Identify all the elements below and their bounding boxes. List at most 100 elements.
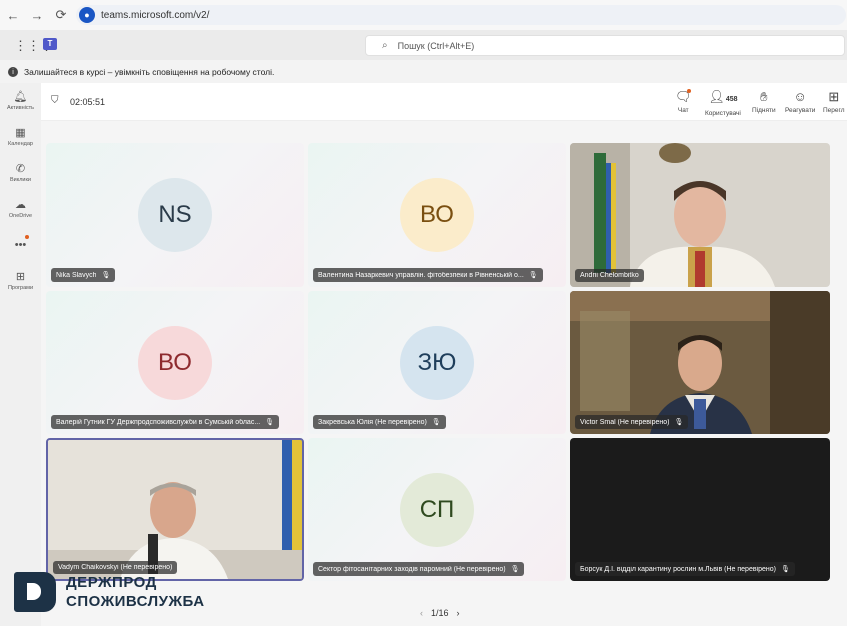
mic-muted-icon: 🎙︎ bbox=[431, 419, 441, 426]
hand-icon: ✋︎ bbox=[760, 89, 768, 104]
shield-icon[interactable]: ⛉ bbox=[51, 95, 59, 106]
participant-tile[interactable]: NS Nika Slavych 🎙︎ bbox=[46, 143, 304, 287]
participant-video bbox=[570, 291, 830, 434]
logo-line-2: СПОЖИВСЛУЖБА bbox=[66, 593, 205, 610]
rail-label: Виклики bbox=[10, 177, 31, 183]
rail-label: Програми bbox=[7, 285, 34, 291]
notification-text[interactable]: Залишайтеся в курсі – увімкніть сповіщен… bbox=[24, 67, 274, 77]
notification-dot bbox=[25, 235, 29, 239]
organization-logo: ДЕРЖПРОД СПОЖИВСЛУЖБА bbox=[14, 572, 205, 612]
smiley-icon: ☺ bbox=[793, 89, 807, 104]
participant-video-tile[interactable]: Andrii Chelombitko bbox=[570, 143, 830, 287]
search-placeholder: Пошук (Ctrl+Alt+E) bbox=[397, 40, 475, 51]
reload-button[interactable]: ⟳ bbox=[50, 7, 72, 23]
avatar: ВО bbox=[138, 325, 212, 400]
rail-label: Календар bbox=[8, 141, 33, 147]
rail-calls[interactable]: ✆ Виклики bbox=[0, 155, 41, 191]
phone-icon: ✆ bbox=[15, 163, 26, 175]
rail-label: OneDrive bbox=[8, 213, 33, 219]
mic-muted-icon: 🎙︎ bbox=[528, 272, 538, 279]
people-button[interactable]: 👤︎458 Користувачі bbox=[705, 89, 741, 117]
address-bar[interactable]: ● teams.microsoft.com/v2/ bbox=[76, 5, 846, 25]
chat-notification-dot bbox=[687, 89, 691, 93]
participant-name: Сектор фітосанітарних заходів паромний (… bbox=[318, 565, 506, 573]
avatar: NS bbox=[138, 178, 212, 252]
people-count: 458 bbox=[725, 96, 738, 103]
participant-video-tile[interactable]: Vadym Chaikovskyi (Не перевірено) bbox=[46, 438, 304, 581]
cloud-icon: ☁ bbox=[15, 199, 26, 211]
participant-name: Валерій Гутник ГУ Держпродспоживслужби в… bbox=[56, 418, 261, 426]
logo-line-1: ДЕРЖПРОД bbox=[66, 574, 157, 591]
view-grid-icon: ⊞ bbox=[828, 89, 840, 104]
teams-title-bar: ⋮⋮⋮ T ⌕ Пошук (Ctrl+Alt+E) bbox=[0, 30, 847, 60]
bell-icon: 🔔︎ bbox=[13, 91, 28, 103]
participant-name-tag: Nika Slavych 🎙︎ bbox=[51, 268, 116, 282]
participant-tile[interactable]: Борсук Д.І. відділ карантину рослин м.Ль… bbox=[570, 438, 830, 581]
rail-apps[interactable]: ⊞ Програми bbox=[0, 263, 41, 299]
info-icon: i bbox=[8, 67, 18, 77]
site-info-icon[interactable]: ● bbox=[79, 7, 95, 23]
add-app-icon: ⊞ bbox=[15, 271, 26, 283]
participant-name: Борсук Д.І. відділ карантину рослин м.Ль… bbox=[580, 565, 776, 573]
participant-name: Vadym Chaikovskyi (Не перевірено) bbox=[58, 564, 173, 571]
raise-hand-button[interactable]: ✋︎ Підняти bbox=[752, 89, 776, 114]
participant-name: Andrii Chelombitko bbox=[580, 272, 639, 279]
react-button[interactable]: ☺ Реагувати bbox=[785, 89, 815, 114]
meeting-timer: 02:05:51 bbox=[70, 97, 106, 107]
rail-calendar[interactable]: ▦ Календар bbox=[0, 119, 41, 155]
people-icon: 👤︎458 bbox=[708, 89, 738, 104]
participant-tile[interactable]: ВО Валерій Гутник ГУ Держпродспоживслужб… bbox=[46, 291, 304, 434]
participant-video-tile[interactable]: Victor Smal (Не перевірено) 🎙︎ bbox=[570, 291, 830, 434]
participant-name-tag: Сектор фітосанітарних заходів паромний (… bbox=[313, 562, 525, 576]
url-text: teams.microsoft.com/v2/ bbox=[101, 9, 210, 21]
rail-activity[interactable]: 🔔︎ Активність bbox=[0, 83, 41, 119]
participant-name: Victor Smal (Не перевірено) bbox=[580, 418, 670, 426]
participant-name-tag: Валентина Назаркевич управлін. фітобезпе… bbox=[313, 268, 543, 282]
avatar: СП bbox=[400, 472, 474, 547]
participant-tile[interactable]: СП Сектор фітосанітарних заходів паромни… bbox=[308, 438, 566, 581]
participant-tile[interactable]: ВО Валентина Назаркевич управлін. фітобе… bbox=[308, 143, 566, 287]
people-label: Користувачі bbox=[705, 110, 741, 117]
participant-name-tag: Victor Smal (Не перевірено) 🎙︎ bbox=[575, 415, 689, 429]
participant-name-tag: Борсук Д.І. відділ карантину рослин м.Ль… bbox=[575, 562, 795, 576]
logo-text: ДЕРЖПРОД СПОЖИВСЛУЖБА bbox=[66, 573, 205, 611]
view-button[interactable]: ⊞ Перегл bbox=[823, 89, 845, 114]
prev-page-button[interactable]: ‹ bbox=[420, 608, 423, 618]
teams-logo: T bbox=[43, 38, 57, 50]
rail-onedrive[interactable]: ☁ OneDrive bbox=[0, 191, 41, 227]
rail-label: Активність bbox=[6, 105, 35, 111]
view-label: Перегл bbox=[823, 107, 845, 114]
page-number: 1/16 bbox=[431, 608, 449, 618]
participant-tile[interactable]: ЗЮ Закревська Юлія (Не перевірено) 🎙︎ bbox=[308, 291, 566, 434]
avatar: ВО bbox=[400, 178, 474, 252]
react-label: Реагувати bbox=[785, 107, 816, 114]
mic-muted-icon: 🎙︎ bbox=[510, 566, 520, 573]
back-button[interactable]: ← bbox=[2, 8, 24, 23]
video-stage: NS Nika Slavych 🎙︎ ВО Валентина Назаркев… bbox=[41, 121, 847, 626]
participant-name-tag: Andrii Chelombitko bbox=[575, 269, 644, 282]
mic-muted-icon: 🎙︎ bbox=[781, 566, 790, 573]
mic-muted-icon: 🎙︎ bbox=[101, 272, 111, 279]
app-rail: 🔔︎ Активність ▦ Календар ✆ Виклики ☁ One… bbox=[0, 83, 41, 626]
participant-video bbox=[570, 143, 830, 287]
participant-name: Закревська Юлія (Не перевірено) bbox=[318, 418, 427, 426]
search-input[interactable]: ⌕ Пошук (Ctrl+Alt+E) bbox=[365, 35, 845, 56]
calendar-icon: ▦ bbox=[15, 127, 26, 139]
notification-banner: i Залишайтеся в курсі – увімкніть сповіщ… bbox=[0, 61, 847, 83]
raise-hand-label: Підняти bbox=[752, 107, 776, 114]
page-indicator: ‹ 1/16 › bbox=[416, 608, 464, 618]
participant-name-tag: Закревська Юлія (Не перевірено) 🎙︎ bbox=[313, 415, 446, 429]
chat-label: Чат bbox=[677, 107, 689, 114]
chat-button[interactable]: 🗨︎ Чат bbox=[675, 89, 692, 114]
avatar: ЗЮ bbox=[400, 325, 474, 400]
participant-video bbox=[48, 440, 302, 579]
rail-more[interactable]: ••• bbox=[0, 227, 41, 263]
logo-mark bbox=[14, 572, 56, 612]
mic-muted-icon: 🎙︎ bbox=[674, 419, 684, 426]
next-page-button[interactable]: › bbox=[457, 608, 460, 618]
meeting-toolbar: ⛉ 02:05:51 🗨︎ Чат 👤︎458 Користувачі ✋︎ П… bbox=[41, 83, 847, 121]
forward-button[interactable]: → bbox=[26, 8, 48, 23]
more-icon: ••• bbox=[14, 239, 27, 251]
mic-muted-icon: 🎙︎ bbox=[265, 419, 275, 426]
browser-toolbar: ← → ⟳ ● teams.microsoft.com/v2/ bbox=[0, 0, 847, 30]
